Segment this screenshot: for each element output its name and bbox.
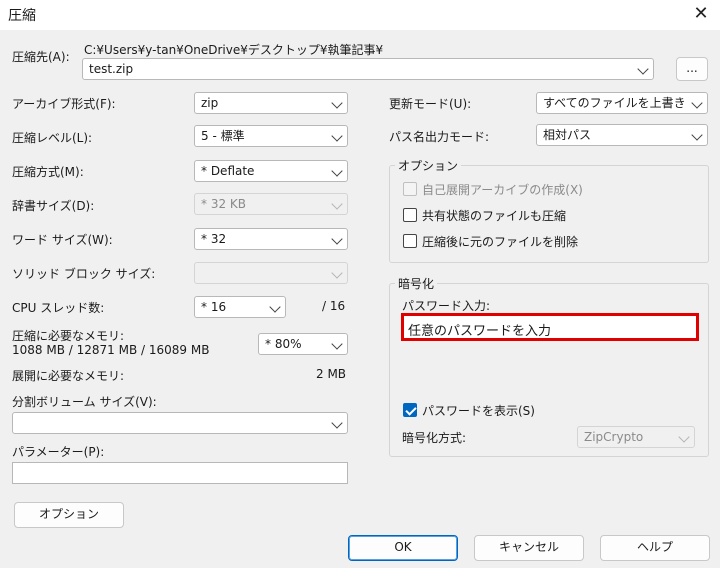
solid-block-label: ソリッド ブロック サイズ:	[12, 267, 156, 281]
compression-method-label: 圧縮方式(M):	[12, 165, 84, 179]
update-mode-label: 更新モード(U):	[389, 97, 472, 111]
archive-format-combo[interactable]: zip	[194, 92, 348, 114]
split-volume-label: 分割ボリューム サイズ(V):	[12, 395, 157, 409]
delete-after-label[interactable]: 圧縮後に元のファイルを削除	[422, 233, 578, 250]
dictionary-size-combo: * 32 KB	[194, 193, 348, 215]
solid-block-combo	[194, 262, 348, 284]
compression-level-combo[interactable]: 5 - 標準	[194, 125, 348, 147]
encryption-method-value: ZipCrypto	[584, 430, 644, 444]
chevron-down-icon	[331, 233, 343, 245]
destination-label: 圧縮先(A):	[12, 50, 70, 64]
shared-files-checkbox[interactable]	[403, 208, 417, 222]
chevron-down-icon	[691, 129, 703, 141]
archive-format-label: アーカイブ形式(F):	[12, 97, 116, 111]
chevron-down-icon	[331, 417, 343, 429]
compression-method-combo[interactable]: * Deflate	[194, 160, 348, 182]
help-button[interactable]: ヘルプ	[600, 535, 710, 561]
cpu-threads-max: / 16	[322, 299, 346, 313]
browse-button[interactable]: ...	[676, 57, 708, 81]
compression-level-value: 5 - 標準	[201, 129, 245, 143]
compression-level-label: 圧縮レベル(L):	[12, 131, 93, 145]
cpu-threads-value: * 16	[201, 300, 227, 314]
chevron-down-icon	[269, 301, 281, 313]
memory-compress-label: 圧縮に必要なメモリ:	[12, 329, 125, 343]
word-size-value: * 32	[201, 232, 227, 246]
memory-decompress-value: 2 MB	[316, 367, 347, 381]
options-group-title: オプション	[395, 157, 462, 174]
chevron-down-icon	[331, 338, 343, 350]
delete-after-checkbox[interactable]	[403, 234, 417, 248]
title-bar	[0, 0, 720, 30]
show-password-checkbox[interactable]	[403, 403, 417, 417]
destination-file-value: test.zip	[89, 62, 134, 76]
cpu-threads-combo[interactable]: * 16	[194, 296, 286, 318]
password-input[interactable]: 任意のパスワードを入力	[401, 313, 699, 341]
options-button[interactable]: オプション	[14, 502, 124, 528]
sfx-checkbox	[403, 182, 417, 196]
split-volume-combo[interactable]	[12, 412, 348, 434]
archive-format-value: zip	[201, 96, 219, 110]
memory-usage-combo[interactable]: * 80%	[258, 333, 348, 355]
memory-decompress-label: 展開に必要なメモリ:	[12, 369, 125, 383]
compression-method-value: * Deflate	[201, 164, 255, 178]
destination-file-combo[interactable]: test.zip	[82, 58, 654, 80]
sfx-label: 自己展開アーカイブの作成(X)	[422, 183, 583, 197]
chevron-down-icon	[637, 63, 649, 75]
parameters-label: パラメーター(P):	[12, 445, 105, 459]
chevron-down-icon	[331, 165, 343, 177]
destination-path: C:¥Users¥y-tan¥OneDrive¥デスクトップ¥執筆記事¥	[84, 43, 384, 57]
chevron-down-icon	[331, 130, 343, 142]
cancel-button[interactable]: キャンセル	[474, 535, 584, 561]
close-icon[interactable]: ✕	[688, 2, 714, 26]
path-mode-value: 相対パス	[543, 128, 592, 142]
show-password-label[interactable]: パスワードを表示(S)	[422, 402, 535, 419]
update-mode-combo[interactable]: すべてのファイルを上書き	[536, 92, 708, 114]
path-mode-combo[interactable]: 相対パス	[536, 124, 708, 146]
shared-files-label[interactable]: 共有状態のファイルも圧縮	[422, 207, 566, 224]
ok-button[interactable]: OK	[348, 535, 458, 561]
parameters-input[interactable]	[12, 462, 348, 484]
dictionary-size-label: 辞書サイズ(D):	[12, 199, 95, 213]
chevron-down-icon	[331, 267, 343, 279]
chevron-down-icon	[691, 97, 703, 109]
password-value: 任意のパスワードを入力	[408, 324, 552, 339]
update-mode-value: すべてのファイルを上書き	[543, 96, 686, 110]
chevron-down-icon	[331, 97, 343, 109]
chevron-down-icon	[331, 198, 343, 210]
memory-compress-detail: 1088 MB / 12871 MB / 16089 MB	[12, 343, 210, 357]
encryption-method-label: 暗号化方式:	[402, 431, 467, 445]
word-size-combo[interactable]: * 32	[194, 228, 348, 250]
chevron-down-icon	[678, 431, 690, 443]
path-mode-label: パス名出力モード:	[389, 130, 490, 144]
password-label: パスワード入力:	[402, 299, 491, 313]
dictionary-size-value: * 32 KB	[201, 197, 246, 211]
encryption-group-title: 暗号化	[395, 275, 438, 292]
word-size-label: ワード サイズ(W):	[12, 233, 113, 247]
window-title: 圧縮	[8, 8, 36, 24]
cpu-threads-label: CPU スレッド数:	[12, 301, 105, 315]
memory-usage-value: * 80%	[265, 337, 302, 351]
encryption-method-combo: ZipCrypto	[577, 426, 695, 448]
